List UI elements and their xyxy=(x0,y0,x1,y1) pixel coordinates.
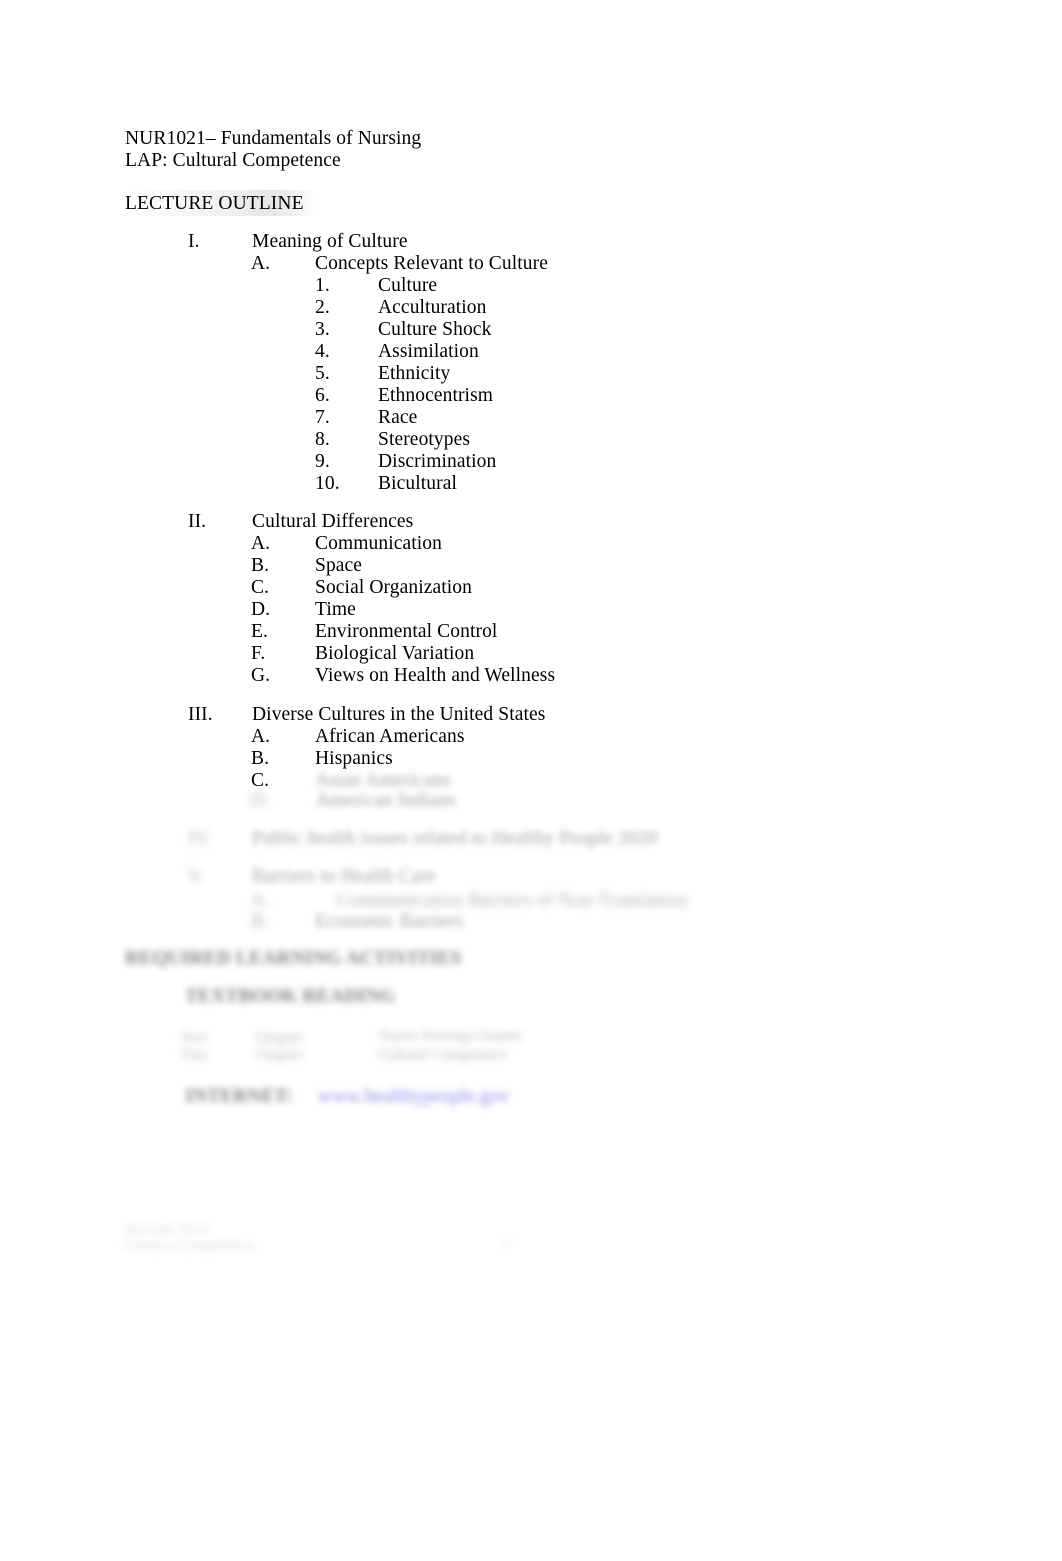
subsection-title-2e: Environmental Control xyxy=(315,621,498,642)
section-title-1: Meaning of Culture xyxy=(252,231,408,252)
list-item-1a7: Race xyxy=(378,407,418,428)
subsection-letter-2c: C. xyxy=(251,577,270,598)
section-numeral-1: I. xyxy=(188,231,200,252)
subsection-letter-2g: G. xyxy=(251,665,271,686)
redacted-reading-col2-row1: Chapter xyxy=(255,1030,304,1046)
redacted-section-numeral-5: V. xyxy=(188,866,205,887)
list-item-1a1: Culture xyxy=(378,275,438,296)
redacted-section-title-5: Barriers to Health Care xyxy=(252,866,436,887)
section-title-2: Cultural Differences xyxy=(252,511,414,532)
lecture-outline-heading: LECTURE OUTLINE xyxy=(125,193,304,214)
subsection-title-2d: Time xyxy=(315,599,356,620)
list-item-1a4: Assimilation xyxy=(378,341,479,362)
list-item-1a5: Ethnicity xyxy=(378,363,451,384)
subsection-title-2b: Space xyxy=(315,555,363,576)
list-item-number-1a7: 7. xyxy=(315,407,330,428)
subsection-title-2c: Social Organization xyxy=(315,577,472,598)
list-item-1a3: Culture Shock xyxy=(378,319,492,340)
list-item-1a6: Ethnocentrism xyxy=(378,385,494,406)
list-item-number-1a8: 8. xyxy=(315,429,330,450)
subsection-letter-3a: A. xyxy=(251,726,271,747)
list-item-1a8: Stereotypes xyxy=(378,429,471,450)
redacted-subsection-title-3d: American Indians xyxy=(315,790,456,811)
subsection-title-2f: Biological Variation xyxy=(315,643,475,664)
subsection-title-3a: African Americans xyxy=(315,726,465,747)
subsection-letter-2e: E. xyxy=(251,621,268,642)
subsection-letter-2b: B. xyxy=(251,555,270,576)
section-numeral-2: II. xyxy=(188,511,207,532)
section-title-3: Diverse Cultures in the United States xyxy=(252,704,546,725)
redacted-reading-col3-row1: Taylor Nursing Chapter xyxy=(378,1028,523,1044)
list-item-number-1a5: 5. xyxy=(315,363,330,384)
document-page: NUR1021– Fundamentals of Nursing LAP: Cu… xyxy=(0,0,1062,1561)
list-item-number-1a4: 4. xyxy=(315,341,330,362)
redacted-internet-link[interactable]: www.healthypeople.gov xyxy=(318,1086,509,1108)
redacted-footer-line-2: Cultural Competence xyxy=(125,1238,255,1254)
redacted-subsection-letter-5b: B. xyxy=(251,911,270,932)
redacted-reading-col2-row2: Chapter xyxy=(255,1047,304,1063)
subsection-letter-3c: C. xyxy=(251,770,270,791)
redacted-section-numeral-4: IV. xyxy=(188,828,212,849)
redacted-reading-col1-row1: Text xyxy=(180,1030,207,1046)
subsection-title-1a: Concepts Relevant to Culture xyxy=(315,253,548,274)
list-item-1a10: Bicultural xyxy=(378,473,457,494)
redacted-subsection-title-5b: Economic Barriers xyxy=(315,911,464,932)
redacted-reading-col3-row2: Cultural Competence xyxy=(378,1047,508,1063)
redacted-heading-learning-activities: REQUIRED LEARNING ACTIVITIES xyxy=(125,948,462,969)
redacted-heading-textbook-reading: TEXTBOOK READING xyxy=(185,986,396,1007)
redacted-subsection-title-3c: Asian Americans xyxy=(315,770,451,791)
redacted-subsection-letter-5a: A. xyxy=(251,890,271,911)
redacted-subsection-title-5a: Communication Barriers of Non-Translatio… xyxy=(336,890,688,911)
list-item-number-1a3: 3. xyxy=(315,319,330,340)
list-item-1a9: Discrimination xyxy=(378,451,497,472)
redacted-section-title-4: Public health issues related to Healthy … xyxy=(252,828,658,849)
list-item-number-1a9: 9. xyxy=(315,451,330,472)
subsection-title-2g: Views on Health and Wellness xyxy=(315,665,556,686)
list-item-1a2: Acculturation xyxy=(378,297,487,318)
course-title-line: NUR1021– Fundamentals of Nursing xyxy=(125,128,422,149)
list-item-number-1a2: 2. xyxy=(315,297,330,318)
subsection-letter-2a: A. xyxy=(251,533,271,554)
subsection-letter-2d: D. xyxy=(251,599,271,620)
subsection-title-3b: Hispanics xyxy=(315,748,393,769)
subsection-title-2a: Communication xyxy=(315,533,442,554)
section-numeral-3: III. xyxy=(188,704,213,725)
subsection-letter-3b: B. xyxy=(251,748,270,769)
list-item-number-1a1: 1. xyxy=(315,275,330,296)
lap-title-line: LAP: Cultural Competence xyxy=(125,150,341,171)
redacted-reading-col1-row2: Text xyxy=(180,1047,207,1063)
subsection-letter-1a: A. xyxy=(251,253,271,274)
redacted-internet-label: INTERNET: xyxy=(185,1086,293,1107)
list-item-number-1a10: 10. xyxy=(315,473,340,494)
list-item-number-1a6: 6. xyxy=(315,385,330,406)
subsection-letter-2f: F. xyxy=(251,643,266,664)
redacted-footer-page-number: 1 xyxy=(503,1236,511,1252)
redacted-footer-line-1: Revised 2014 xyxy=(125,1222,209,1238)
redacted-subsection-letter-3d: D. xyxy=(251,790,271,811)
